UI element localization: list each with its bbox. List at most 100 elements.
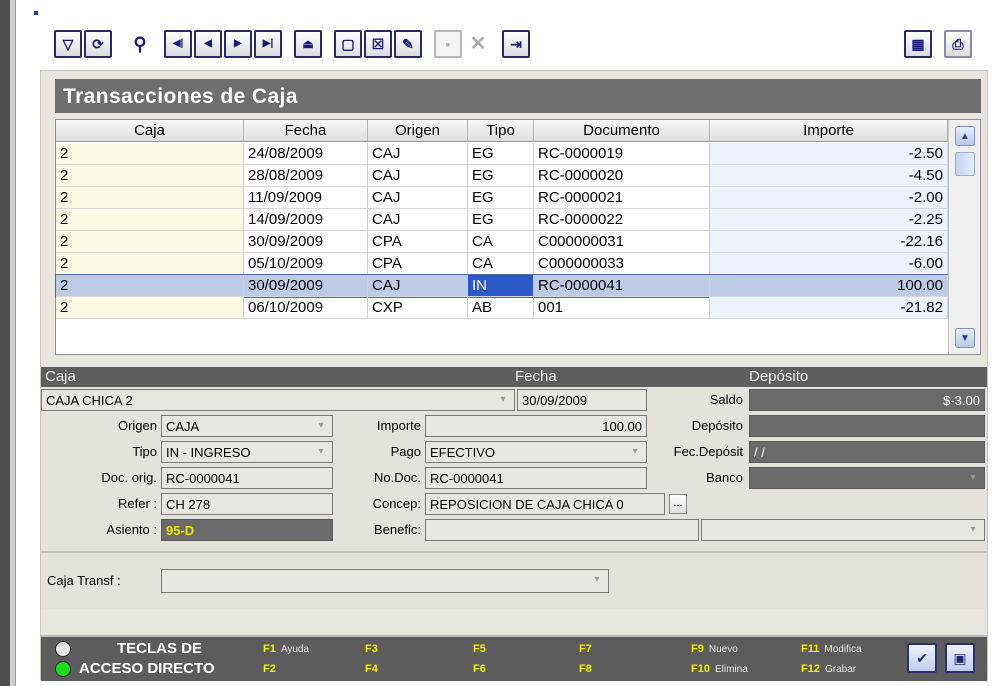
table-cell: 2: [56, 275, 244, 296]
cancel-icon[interactable]: ✕: [464, 30, 492, 58]
pago-select[interactable]: EFECTIVO ▾: [425, 441, 647, 463]
function-key-code: F7: [579, 643, 592, 655]
function-key-f1[interactable]: F1 Ayuda: [263, 643, 309, 655]
function-key-desc: Nuevo: [708, 644, 738, 655]
table-cell: 2: [56, 253, 244, 274]
table-row[interactable]: 2 14/09/2009 CAJ EG RC-0000022 -2.25: [56, 209, 948, 231]
docorig-value: RC-0000041: [166, 471, 240, 486]
print-icon[interactable]: ⎙: [944, 30, 972, 58]
table-row[interactable]: 2 06/10/2009 CXP AB 001 -21.82: [56, 297, 948, 319]
transactions-grid[interactable]: Caja Fecha Origen Tipo Documento Importe…: [55, 119, 981, 355]
save-icon[interactable]: ▪: [434, 30, 462, 58]
refresh-icon[interactable]: ⟳: [84, 30, 112, 58]
scroll-thumb[interactable]: [955, 152, 975, 176]
column-header-tipo[interactable]: Tipo: [468, 120, 534, 141]
fecdeposit-label: Fec.Depósit: [673, 444, 743, 459]
refer-label: Refer :: [117, 496, 157, 511]
refer-field[interactable]: CH 278: [161, 493, 333, 515]
new-icon[interactable]: ▢: [334, 30, 362, 58]
docorig-field[interactable]: RC-0000041: [161, 467, 333, 489]
table-cell: -2.00: [710, 187, 948, 208]
table-row[interactable]: 2 11/09/2009 CAJ EG RC-0000021 -2.00: [56, 187, 948, 209]
banco-select[interactable]: ▾: [749, 467, 985, 489]
deposito-field[interactable]: [749, 415, 985, 437]
concep-lookup-button[interactable]: ...: [669, 494, 687, 514]
function-key-f8[interactable]: F8: [579, 663, 597, 675]
prev-icon[interactable]: ◀: [194, 30, 222, 58]
form-panel: Transacciones de Caja Caja Fecha Origen …: [40, 70, 988, 681]
table-cell: RC-0000021: [534, 187, 710, 208]
importe-field[interactable]: 100.00: [425, 415, 647, 437]
eject-icon[interactable]: ⏏: [294, 30, 322, 58]
exit-icon[interactable]: ⇥: [502, 30, 530, 58]
delete-doc-icon[interactable]: ☒: [364, 30, 392, 58]
benefic-field[interactable]: [425, 519, 699, 541]
concep-field[interactable]: REPOSICION DE CAJA CHICA 0: [425, 493, 665, 515]
benefic-label: Benefic:: [374, 522, 421, 537]
cajatransf-select[interactable]: ▾: [161, 569, 609, 593]
function-key-f5[interactable]: F5: [473, 643, 491, 655]
function-key-f11[interactable]: F11 Modifica: [801, 643, 862, 655]
scroll-up-icon[interactable]: ▲: [955, 126, 975, 146]
chevron-down-icon: ▾: [318, 446, 324, 457]
cajatransf-label: Caja Transf :: [47, 573, 121, 588]
table-cell: C000000031: [534, 231, 710, 252]
function-key-f3[interactable]: F3: [365, 643, 383, 655]
fecha-field[interactable]: 30/09/2009: [517, 389, 647, 411]
calculator-icon[interactable]: ▦: [904, 30, 932, 58]
caja-select[interactable]: CAJA CHICA 2 ▾: [41, 389, 515, 411]
function-key-f10[interactable]: F10 Elimina: [691, 663, 748, 675]
column-header-origen[interactable]: Origen: [368, 120, 468, 141]
grid-scrollbar[interactable]: ▲ ▼: [948, 120, 980, 354]
column-header-caja[interactable]: Caja: [56, 120, 244, 141]
table-cell: RC-0000022: [534, 209, 710, 230]
origen-select[interactable]: CAJA ▾: [161, 415, 333, 437]
function-key-f6[interactable]: F6: [473, 663, 491, 675]
first-icon[interactable]: ◀|: [164, 30, 192, 58]
benefic-select[interactable]: ▾: [701, 519, 985, 541]
table-row[interactable]: 2 05/10/2009 CPA CA C000000033 -6.00: [56, 253, 948, 275]
tipo-value: IN - INGRESO: [166, 445, 251, 460]
function-key-f12[interactable]: F12 Grabar: [801, 663, 856, 675]
table-cell: RC-0000041: [534, 275, 710, 296]
table-row[interactable]: 2 24/08/2009 CAJ EG RC-0000019 -2.50: [56, 143, 948, 165]
table-cell: CPA: [368, 231, 468, 252]
column-header-documento[interactable]: Documento: [534, 120, 710, 141]
nodoc-label: No.Doc.: [374, 470, 421, 485]
table-cell: 06/10/2009: [244, 297, 368, 318]
nodoc-field[interactable]: RC-0000041: [425, 467, 647, 489]
table-row[interactable]: 2 30/09/2009 CPA CA C000000031 -22.16: [56, 231, 948, 253]
function-key-f2[interactable]: F2: [263, 663, 281, 675]
function-key-f7[interactable]: F7: [579, 643, 597, 655]
saldo-value: $-3.00: [943, 393, 980, 408]
importe-value: 100.00: [602, 419, 642, 434]
table-cell: CA: [468, 253, 534, 274]
function-key-f9[interactable]: F9 Nuevo: [691, 643, 738, 655]
table-row[interactable]: 2 28/08/2009 CAJ EG RC-0000020 -4.50: [56, 165, 948, 187]
table-row[interactable]: 2 30/09/2009 CAJ IN RC-0000041 100.00: [55, 274, 949, 298]
caja-value: CAJA CHICA 2: [46, 393, 133, 408]
table-cell: EG: [468, 165, 534, 186]
tipo-select[interactable]: IN - INGRESO ▾: [161, 441, 333, 463]
column-header-importe[interactable]: Importe: [710, 120, 948, 141]
origen-label: Origen: [117, 418, 157, 433]
table-cell: CPA: [368, 253, 468, 274]
function-key-code: F1: [263, 643, 276, 655]
table-cell: CA: [468, 231, 534, 252]
chevron-down-icon: ▾: [594, 574, 600, 585]
last-icon[interactable]: ▶|: [254, 30, 282, 58]
function-key-desc: Grabar: [824, 664, 857, 675]
filter-icon[interactable]: ▽: [54, 30, 82, 58]
fecdeposit-field[interactable]: / /: [749, 441, 985, 463]
tipo-label: Tipo: [132, 444, 157, 459]
function-key-f4[interactable]: F4: [365, 663, 383, 675]
scroll-down-icon[interactable]: ▼: [955, 328, 975, 348]
column-header-fecha[interactable]: Fecha: [244, 120, 368, 141]
edit-icon[interactable]: ✎: [394, 30, 422, 58]
binoculars-icon[interactable]: ⚲: [126, 30, 154, 58]
function-key-code: F8: [579, 663, 592, 675]
table-cell: EG: [468, 143, 534, 164]
next-icon[interactable]: ▶: [224, 30, 252, 58]
save-disk-icon[interactable]: ▣: [945, 643, 975, 673]
checklist-icon[interactable]: ✔: [907, 643, 937, 673]
